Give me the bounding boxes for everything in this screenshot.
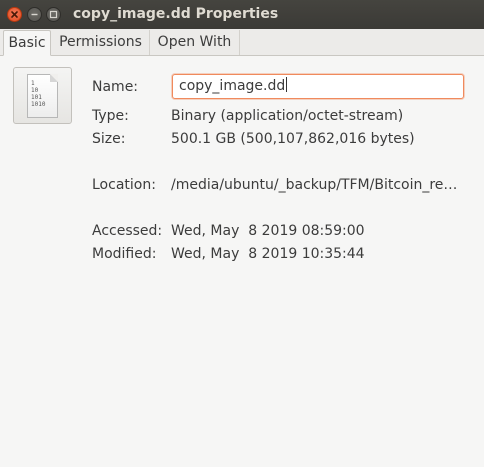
text-caret bbox=[286, 77, 288, 92]
accessed-value: Wed, May 8 2019 08:59:00 bbox=[171, 223, 365, 239]
size-value: 500.1 GB (500,107,862,016 bytes) bbox=[171, 131, 415, 147]
location-value: /media/ubuntu/_backup/TFM/Bitcoin_re… bbox=[171, 177, 458, 193]
tab-bar: Basic Permissions Open With bbox=[0, 29, 484, 56]
binary-glyph-text: 1 10 101 1010 bbox=[31, 80, 46, 108]
location-label: Location: bbox=[92, 177, 156, 193]
name-label: Name: bbox=[92, 79, 139, 95]
minimize-icon bbox=[31, 13, 38, 16]
close-button[interactable] bbox=[7, 7, 22, 22]
name-input[interactable]: copy_image.dd bbox=[172, 74, 464, 99]
modified-label: Modified: bbox=[92, 246, 157, 262]
maximize-button[interactable] bbox=[46, 7, 61, 22]
close-icon bbox=[11, 11, 18, 18]
page-fold bbox=[50, 74, 58, 82]
tab-permissions[interactable]: Permissions bbox=[52, 30, 150, 55]
modified-value: Wed, May 8 2019 10:35:44 bbox=[171, 246, 365, 262]
title-bar[interactable]: copy_image.dd Properties bbox=[0, 0, 484, 30]
type-label: Type: bbox=[92, 108, 129, 124]
minimize-button[interactable] bbox=[27, 7, 42, 22]
name-input-value: copy_image.dd bbox=[179, 78, 286, 94]
size-label: Size: bbox=[92, 131, 126, 147]
type-value: Binary (application/octet-stream) bbox=[171, 108, 404, 124]
binary-file-icon: 1 10 101 1010 bbox=[27, 74, 58, 118]
tab-open-with[interactable]: Open With bbox=[150, 30, 240, 55]
basic-tab-panel: 1 10 101 1010 Name: copy_image.dd Type: … bbox=[0, 56, 484, 467]
accessed-label: Accessed: bbox=[92, 223, 163, 239]
window-title: copy_image.dd Properties bbox=[73, 6, 279, 22]
maximize-icon bbox=[49, 10, 58, 19]
file-icon-button[interactable]: 1 10 101 1010 bbox=[13, 67, 72, 124]
properties-window: copy_image.dd Properties Basic Permissio… bbox=[0, 0, 484, 467]
tab-basic[interactable]: Basic bbox=[3, 30, 51, 56]
